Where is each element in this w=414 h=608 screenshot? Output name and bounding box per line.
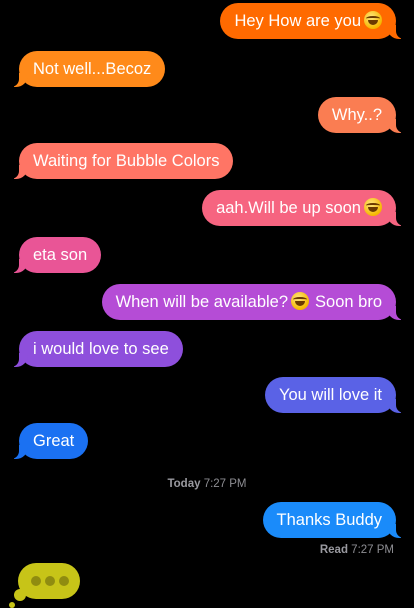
message-bubble-incoming[interactable]: Not well...Becoz: [8, 51, 166, 87]
message-text: aah.Will be up soon: [216, 199, 361, 217]
message-bubble-outgoing[interactable]: aah.Will be up soon: [202, 190, 406, 226]
typing-dot: [31, 576, 41, 586]
message-bubble-outgoing[interactable]: Thanks Buddy: [262, 502, 407, 538]
message-text: Great: [33, 432, 75, 450]
message-text: eta son: [33, 246, 88, 264]
message-text: Not well...Becoz: [33, 60, 152, 78]
read-receipt-time: 7:27 PM: [351, 544, 394, 556]
message-text: Hey How are you: [234, 12, 361, 30]
message-text: Thanks Buddy: [276, 511, 382, 529]
message-thread[interactable]: Hey How are you Not well...Becoz Why..? …: [0, 0, 414, 608]
tears-of-joy-emoji-icon: [364, 198, 382, 216]
timestamp-day: Today: [167, 478, 201, 490]
message-bubble-incoming[interactable]: i would love to see: [9, 331, 183, 367]
tears-of-joy-emoji-icon: [364, 11, 382, 29]
typing-indicator-tail: [14, 589, 26, 601]
message-text: When will be available?: [115, 293, 289, 311]
timestamp-divider: Today 7:27 PM: [0, 478, 414, 490]
read-receipt-label: Read: [319, 544, 348, 556]
message-text: i would love to see: [33, 340, 169, 358]
message-text: You will love it: [278, 386, 382, 404]
message-bubble-outgoing[interactable]: Why..?: [317, 97, 407, 133]
message-text: Why..?: [331, 106, 382, 124]
message-bubble-incoming[interactable]: Waiting for Bubble Colors: [8, 143, 234, 179]
typing-dot: [45, 576, 55, 586]
message-bubble-outgoing[interactable]: You will love it: [264, 377, 407, 413]
message-text-after: Soon bro: [315, 293, 382, 311]
timestamp-time: 7:27 PM: [203, 478, 247, 490]
tears-of-joy-emoji-icon: [291, 292, 310, 310]
read-receipt: Read 7:27 PM: [320, 544, 394, 556]
message-text: Waiting for Bubble Colors: [33, 152, 220, 170]
message-bubble-outgoing[interactable]: When will be available? Soon bro: [101, 284, 407, 320]
typing-indicator-tail-dot: [9, 602, 15, 608]
typing-dot: [59, 576, 69, 586]
message-bubble-incoming[interactable]: Great: [8, 423, 89, 459]
typing-indicator: [9, 563, 80, 608]
message-bubble-incoming[interactable]: eta son: [8, 237, 102, 273]
message-bubble-outgoing[interactable]: Hey How are you: [220, 3, 406, 39]
